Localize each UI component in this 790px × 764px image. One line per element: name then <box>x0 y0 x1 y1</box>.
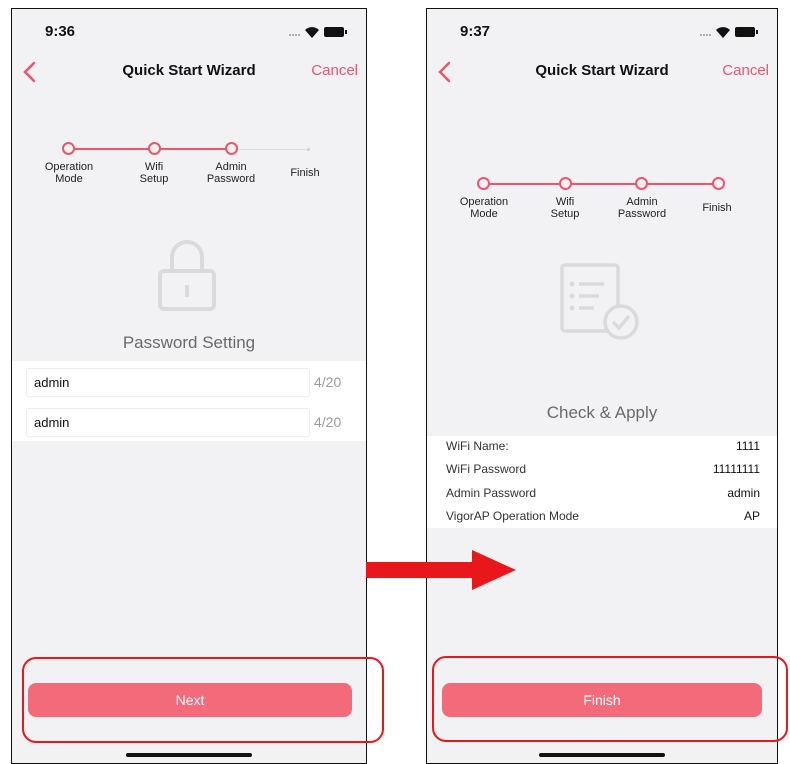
cancel-button[interactable]: Cancel <box>722 62 769 79</box>
section-title: Password Setting <box>122 333 256 352</box>
status-bar: 9:37 <box>427 9 777 53</box>
wizard-progress-steps: Operation Mode Wifi Setup Admin Password… <box>12 139 366 199</box>
confirm-password-value: admin <box>34 415 70 430</box>
step-dot-wifi-setup <box>559 177 572 190</box>
phone-screen-password-setting: 9:36 Quick Start Wizard Cancel Operation… <box>11 8 367 764</box>
signal-dots-icon <box>289 34 300 36</box>
step-label-wifi-setup: Wifi Setup <box>550 196 580 220</box>
status-time: 9:36 <box>45 23 76 40</box>
step-dot-admin-password <box>225 142 238 155</box>
step-label-operation-mode: Operation Mode <box>459 196 509 220</box>
password-value: admin <box>34 375 70 390</box>
confirm-password-input[interactable]: admin <box>26 408 310 437</box>
step-label-admin-password: Admin Password <box>617 196 667 220</box>
phone-screen-check-apply: 9:37 Quick Start Wizard Cancel Operation… <box>426 8 778 764</box>
step-label-operation-mode: Operation Mode <box>44 161 94 185</box>
battery-icon <box>735 27 758 37</box>
navigation-bar: Quick Start Wizard Cancel <box>427 53 777 93</box>
step-dot-finish <box>712 177 725 190</box>
highlight-finish-button <box>432 656 788 742</box>
step-connector <box>484 183 717 185</box>
summary-label: Admin Password <box>446 486 537 500</box>
password-input[interactable]: admin <box>26 368 310 397</box>
step-dot-operation-mode <box>62 142 75 155</box>
summary-value: 1111 <box>735 439 760 453</box>
summary-label: VigorAP Operation Mode <box>446 509 579 523</box>
section-title: Check & Apply <box>546 403 658 422</box>
highlight-next-button <box>22 657 384 743</box>
password-fields: admin 4/20 admin 4/20 <box>12 361 366 441</box>
wizard-progress-steps: Operation Mode Wifi Setup Admin Password… <box>427 174 777 234</box>
checklist-icon <box>560 263 639 340</box>
step-label-finish: Finish <box>290 167 320 179</box>
step-dot-finish <box>307 148 310 151</box>
summary-row-admin-password: Admin Password admin <box>427 483 777 507</box>
step-label-finish: Finish <box>702 202 732 214</box>
summary-value: admin <box>727 486 760 500</box>
password-char-counter: 4/20 <box>314 374 342 390</box>
summary-value: 11111111 <box>712 462 760 476</box>
navigation-bar: Quick Start Wizard Cancel <box>12 53 366 93</box>
summary-row-operation-mode: VigorAP Operation Mode AP <box>427 506 777 530</box>
wifi-icon <box>716 27 730 38</box>
step-label-wifi-setup: Wifi Setup <box>139 161 169 185</box>
summary-row-wifi-password: WiFi Password 11111111 <box>427 459 777 483</box>
home-indicator <box>126 753 252 757</box>
summary-label: WiFi Password <box>446 462 527 476</box>
status-icons <box>288 25 348 39</box>
cancel-button[interactable]: Cancel <box>311 62 358 79</box>
wifi-icon <box>305 27 319 38</box>
arrow-right-icon <box>366 550 516 590</box>
summary-value: AP <box>743 509 760 523</box>
status-icons <box>699 25 759 39</box>
lock-icon <box>158 240 216 311</box>
confirm-password-char-counter: 4/20 <box>314 414 342 430</box>
status-time: 9:37 <box>460 23 491 40</box>
status-bar: 9:36 <box>12 9 366 53</box>
home-indicator <box>539 753 665 757</box>
settings-summary: WiFi Name: 1111 WiFi Password 11111111 A… <box>427 436 777 528</box>
battery-icon <box>324 27 347 37</box>
step-connector-pending <box>232 149 307 150</box>
step-dot-admin-password <box>635 177 648 190</box>
summary-row-wifi-name: WiFi Name: 1111 <box>427 436 777 460</box>
summary-label: WiFi Name: <box>446 439 509 453</box>
signal-dots-icon <box>700 34 711 36</box>
step-dot-wifi-setup <box>148 142 161 155</box>
step-label-admin-password: Admin Password <box>206 161 256 185</box>
step-dot-operation-mode <box>477 177 490 190</box>
